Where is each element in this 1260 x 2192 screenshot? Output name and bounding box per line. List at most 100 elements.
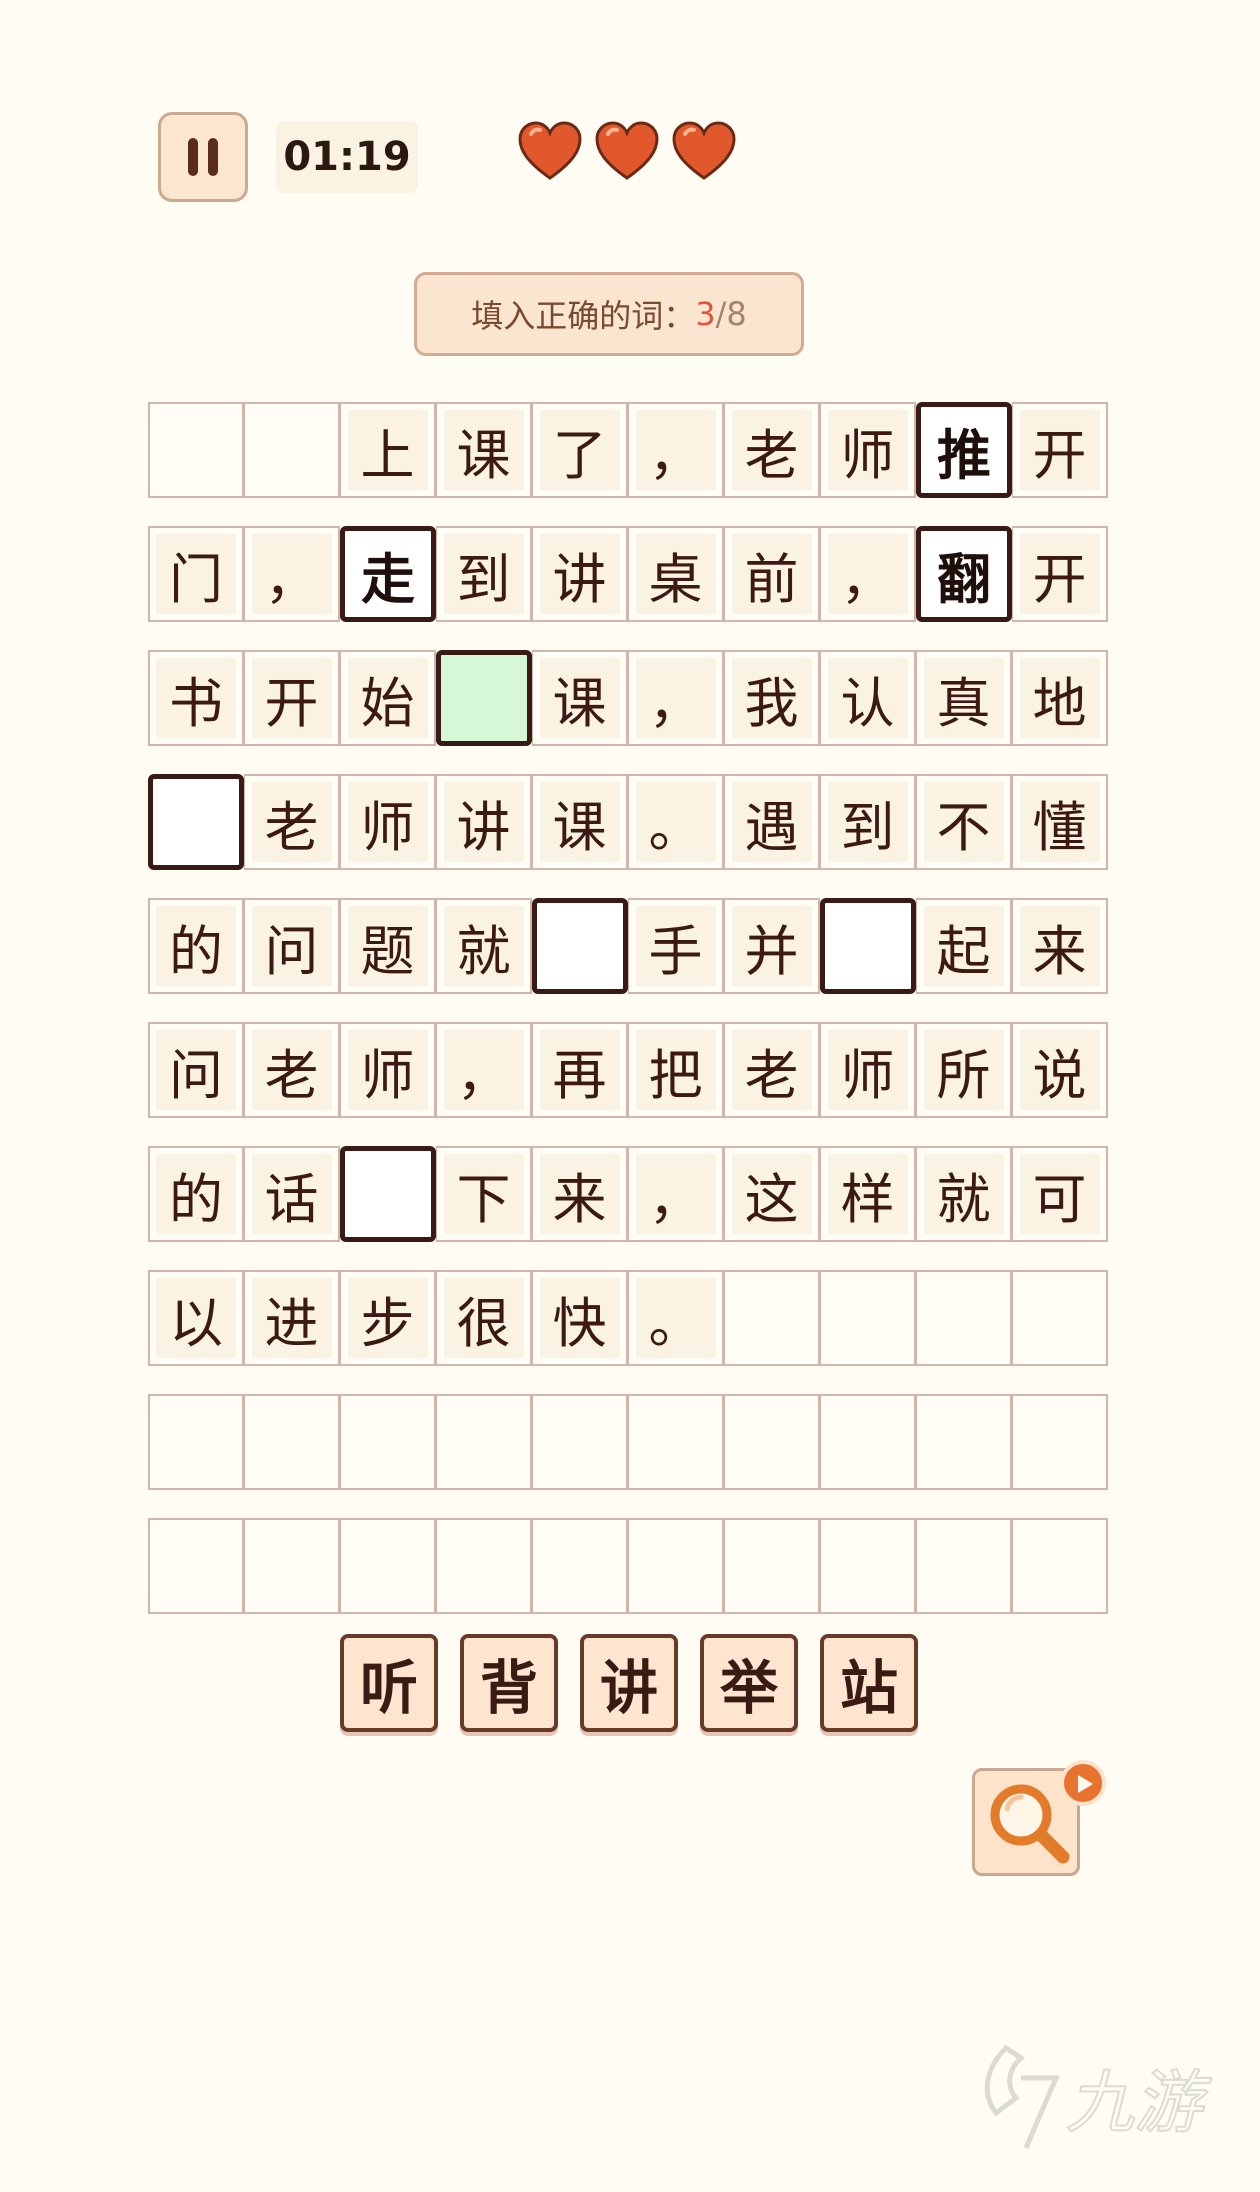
text-cell: 真 [916, 650, 1012, 746]
text-cell: 把 [628, 1022, 724, 1118]
filled-answer-cell[interactable]: 推 [916, 402, 1012, 498]
text-cell: 就 [916, 1146, 1012, 1242]
cell-character [636, 1402, 716, 1482]
text-cell: 遇 [724, 774, 820, 870]
text-cell [340, 1518, 436, 1614]
cell-character: 门 [156, 534, 236, 614]
blank-cell[interactable] [820, 898, 916, 994]
text-cell [532, 1518, 628, 1614]
blank-cell[interactable] [532, 898, 628, 994]
text-cell: 快 [532, 1270, 628, 1366]
cell-character: 到 [827, 782, 908, 862]
text-cell [724, 1270, 820, 1366]
text-cell: 手 [628, 898, 724, 994]
grid-row: 问老师，再把老师所说 [148, 1022, 1108, 1118]
cell-character: 所 [923, 1030, 1004, 1110]
text-cell: 课 [436, 402, 532, 498]
text-cell: ， [628, 650, 724, 746]
cell-character [732, 1278, 812, 1358]
text-cell: 门 [148, 526, 244, 622]
cell-character: ， [443, 1030, 524, 1110]
cell-character [924, 1526, 1004, 1606]
text-cell [724, 1518, 820, 1614]
text-cell: 问 [244, 898, 340, 994]
cell-character: 上 [347, 410, 428, 490]
cell-character: 就 [443, 906, 524, 986]
pause-button[interactable] [158, 112, 248, 202]
filled-answer-cell[interactable]: 翻 [916, 526, 1012, 622]
watermark: 九游 [966, 2038, 1236, 2162]
cell-character [252, 1402, 332, 1482]
cell-character: 问 [251, 906, 332, 986]
cell-character: 课 [539, 782, 620, 862]
cell-character: 的 [156, 906, 236, 986]
text-cell: 问 [148, 1022, 244, 1118]
progress-slash: / [715, 295, 727, 333]
cell-character: 并 [731, 906, 812, 986]
text-cell: 懂 [1012, 774, 1108, 870]
cell-character: 说 [1019, 1030, 1100, 1110]
grid-row: 书开始 课，我认真地 [148, 650, 1108, 746]
heart-icon [672, 121, 736, 180]
cell-character [252, 410, 332, 490]
text-cell: 老 [724, 1022, 820, 1118]
cell-character: 了 [539, 410, 620, 490]
choice-tiles: 听背讲举站 [340, 1634, 918, 1732]
timer: 01:19 [276, 121, 418, 193]
choice-tile[interactable]: 听 [340, 1634, 438, 1732]
text-cell: 可 [1012, 1146, 1108, 1242]
cell-character: 课 [443, 410, 524, 490]
text-cell: 课 [532, 774, 628, 870]
text-cell [436, 1394, 532, 1490]
cell-character: 遇 [731, 782, 812, 862]
text-cell: 来 [532, 1146, 628, 1242]
cell-character: 话 [251, 1154, 332, 1234]
text-cell: 老 [724, 402, 820, 498]
text-cell: 到 [820, 774, 916, 870]
play-badge [1060, 1760, 1106, 1806]
cell-character [540, 1402, 620, 1482]
text-cell [628, 1518, 724, 1614]
filled-answer-cell[interactable]: 走 [340, 526, 436, 622]
text-cell: 讲 [436, 774, 532, 870]
blank-cell[interactable] [148, 774, 244, 870]
text-cell [1012, 1394, 1108, 1490]
text-cell [628, 1394, 724, 1490]
text-cell: 。 [628, 1270, 724, 1366]
text-cell [148, 402, 244, 498]
text-cell [148, 1518, 244, 1614]
active-blank-cell[interactable] [436, 650, 532, 746]
cell-character: 始 [347, 658, 428, 738]
text-cell [244, 1518, 340, 1614]
jiuyou-logo-icon: 九游 [984, 2044, 1213, 2149]
cell-character: 不 [923, 782, 1004, 862]
cell-character: 认 [827, 658, 908, 738]
blank-cell[interactable] [340, 1146, 436, 1242]
cell-character: 前 [731, 534, 812, 614]
text-cell: 以 [148, 1270, 244, 1366]
cell-character [1020, 1278, 1100, 1358]
cell-character [828, 1402, 908, 1482]
cell-character [540, 1526, 620, 1606]
cell-character: 可 [1019, 1154, 1100, 1234]
cell-character: 再 [539, 1030, 620, 1110]
text-cell: 书 [148, 650, 244, 746]
choice-tile[interactable]: 背 [460, 1634, 558, 1732]
cell-character [156, 1526, 236, 1606]
choice-tile[interactable]: 站 [820, 1634, 918, 1732]
cell-character: 讲 [539, 534, 620, 614]
choice-tile[interactable]: 讲 [580, 1634, 678, 1732]
grid-row: 上课了，老师推开 [148, 402, 1108, 498]
cell-character: 书 [156, 658, 236, 738]
cell-character [156, 410, 236, 490]
text-cell: 不 [916, 774, 1012, 870]
text-cell: 样 [820, 1146, 916, 1242]
text-cell: ， [820, 526, 916, 622]
text-cell: 师 [340, 774, 436, 870]
text-cell: 到 [436, 526, 532, 622]
text-cell: 所 [916, 1022, 1012, 1118]
choice-tile[interactable]: 举 [700, 1634, 798, 1732]
text-cell: 开 [1012, 402, 1108, 498]
cell-character: 课 [539, 658, 620, 738]
text-cell: 开 [244, 650, 340, 746]
